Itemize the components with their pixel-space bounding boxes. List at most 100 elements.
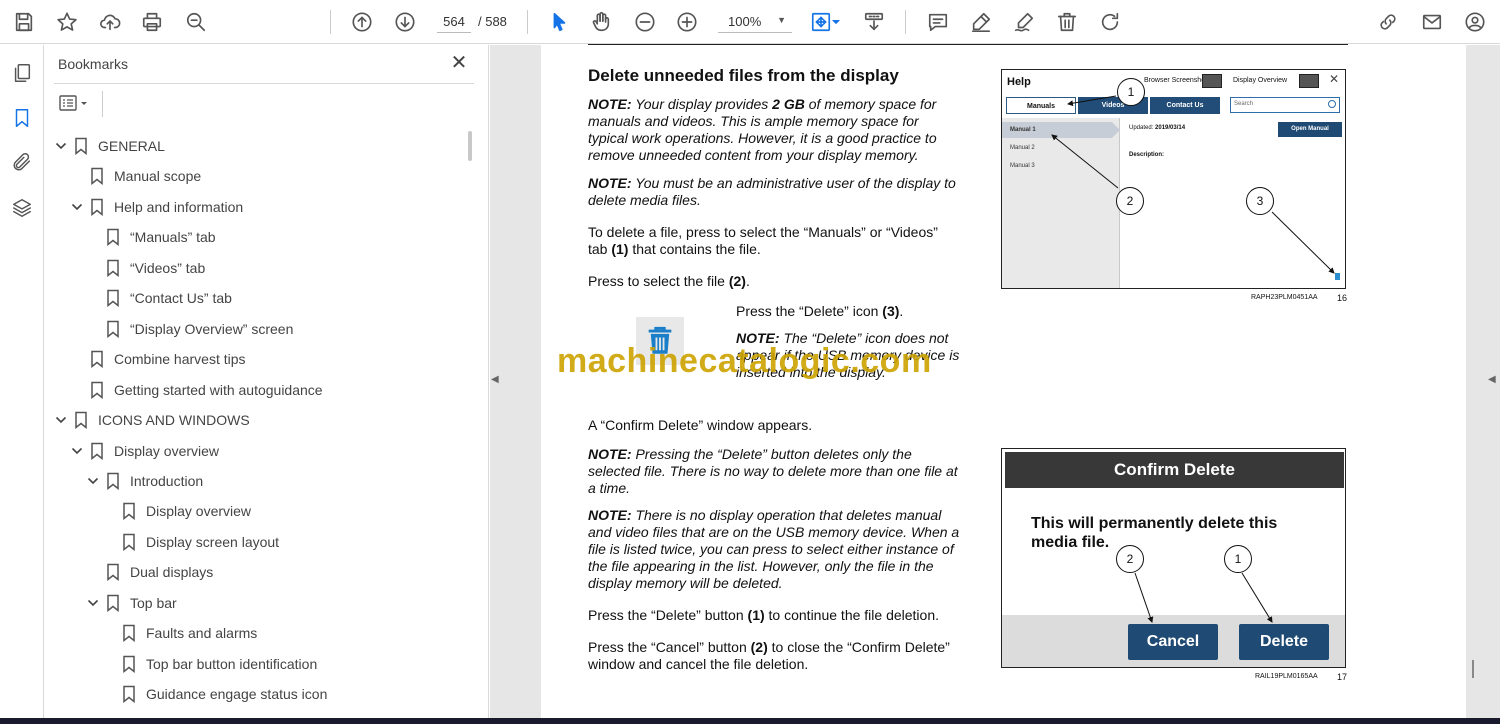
chevron-down-icon[interactable] <box>70 200 84 214</box>
bookmark-item[interactable]: Combine harvest tips <box>70 344 246 374</box>
save-icon[interactable] <box>9 7 39 37</box>
bookmark-item[interactable]: Top bar <box>86 588 177 618</box>
zoom-out-icon[interactable] <box>630 7 660 37</box>
step-text: Press the “Cancel” button <box>588 639 751 655</box>
bookmark-item[interactable]: ICONS AND WINDOWS <box>54 405 250 435</box>
chevron-down-icon[interactable] <box>54 413 68 427</box>
manuals-tab: Manuals <box>1006 97 1076 114</box>
chevron-down-icon[interactable] <box>86 474 100 488</box>
comment-icon[interactable] <box>923 7 953 37</box>
bookmark-item[interactable]: Top bar button identification <box>102 649 317 679</box>
step-confirm-window: A “Confirm Delete” window appears. <box>588 417 813 433</box>
step-text: . <box>745 273 750 289</box>
figure-caption-code: RAIL19PLM0165AA <box>1255 673 1318 680</box>
step-text: Press the “Delete” icon <box>736 303 883 319</box>
cloud-upload-icon[interactable] <box>95 7 125 37</box>
step-bold-text: (2) <box>728 273 746 289</box>
step-bold-text: (1) <box>747 607 765 623</box>
manual-item: Manual 3 <box>1010 163 1035 169</box>
zoom-in-icon[interactable] <box>672 7 702 37</box>
delete-trash-icon[interactable] <box>1052 7 1082 37</box>
bookmark-item[interactable]: GENERAL <box>54 131 165 161</box>
bookmark-label: “Manuals” tab <box>130 229 216 245</box>
bookmark-item[interactable]: Faults and alarms <box>102 618 257 648</box>
collapse-panel-arrow-icon[interactable]: ◀ <box>491 374 499 385</box>
bookmark-label: Display overview <box>114 443 220 459</box>
chevron-down-icon[interactable] <box>70 444 84 458</box>
bookmark-icon <box>106 228 120 247</box>
bookmark-icon <box>90 167 104 186</box>
bookmark-label: GENERAL <box>98 138 165 154</box>
chevron-down-icon[interactable] <box>54 139 68 153</box>
previous-page-icon[interactable] <box>347 7 377 37</box>
chevron-down-icon[interactable] <box>86 596 100 610</box>
email-icon[interactable] <box>1417 7 1447 37</box>
highlight-pen-icon[interactable] <box>966 7 996 37</box>
bookmark-item[interactable]: “Contact Us” tab <box>86 283 232 313</box>
print-icon[interactable] <box>137 7 167 37</box>
note-label: NOTE: <box>588 175 632 191</box>
bookmark-item[interactable]: Guidance engage status icon <box>102 679 327 709</box>
search-placeholder: Search <box>1234 101 1254 107</box>
zoom-level-dropdown[interactable]: 100% ▼ <box>718 11 792 33</box>
bookmark-item[interactable]: “Videos” tab <box>86 253 205 283</box>
bookmark-icon <box>106 320 120 339</box>
bookmark-icon <box>90 198 104 217</box>
bookmark-item[interactable]: “Manuals” tab <box>86 222 216 252</box>
attachment-paperclip-icon[interactable] <box>7 147 37 177</box>
callout-1: 1 <box>1117 78 1145 106</box>
next-page-icon[interactable] <box>390 7 420 37</box>
select-arrow-icon[interactable] <box>544 7 574 37</box>
bookmark-item[interactable]: Manual scope <box>70 161 201 191</box>
bookmark-icon[interactable] <box>7 103 37 133</box>
options-separator <box>102 91 103 117</box>
bookmarks-panel-title: Bookmarks <box>58 56 129 72</box>
account-help-icon[interactable] <box>1460 7 1490 37</box>
layers-icon[interactable] <box>7 193 37 223</box>
bookmark-icon <box>106 563 120 582</box>
bookmark-item[interactable]: Getting started with autoguidance <box>70 375 323 405</box>
bookmark-item[interactable]: Display overview <box>70 436 219 466</box>
bookmark-item[interactable]: Dual displays <box>86 557 213 587</box>
page-thumbnails-icon[interactable] <box>7 58 37 88</box>
step-select-tab: To delete a file, press to select the “M… <box>588 224 961 258</box>
bookmark-item[interactable]: Display screen layout <box>102 527 279 557</box>
panel-scrollbar[interactable] <box>468 131 472 161</box>
bookmark-label: Display screen layout <box>146 534 280 550</box>
step-select-file: Press to select the file (2). <box>588 273 961 290</box>
bookmark-item[interactable]: Display overview <box>102 496 251 526</box>
rotate-icon[interactable] <box>1095 7 1125 37</box>
bookmark-label: Combine harvest tips <box>114 351 246 367</box>
sign-icon[interactable] <box>1009 7 1039 37</box>
hand-tool-icon[interactable] <box>586 7 616 37</box>
page-total: / 588 <box>478 14 507 29</box>
share-link-icon[interactable] <box>1373 7 1403 37</box>
confirm-delete-header: Confirm Delete <box>1005 452 1344 488</box>
bookmark-label: Dual displays <box>130 564 214 580</box>
vertical-scrollbar[interactable] <box>1472 660 1474 678</box>
bookmark-label: ICONS AND WINDOWS <box>98 412 250 428</box>
scroll-mode-icon[interactable] <box>859 7 889 37</box>
bookmark-icon <box>122 685 136 704</box>
page-number-input[interactable] <box>437 11 471 33</box>
expand-right-panel-arrow-icon[interactable]: ◀ <box>1488 374 1496 385</box>
bookmark-icon <box>122 655 136 674</box>
bookmark-options-button[interactable] <box>58 93 92 115</box>
bookmark-item[interactable]: Help and information <box>70 192 243 222</box>
step-press-delete-button: Press the “Delete” button (1) to continu… <box>588 607 961 624</box>
chevron-down-icon[interactable] <box>829 7 843 37</box>
step-bold-text: (2) <box>750 639 768 655</box>
star-icon[interactable] <box>52 7 82 37</box>
step-text: that contains the file. <box>628 241 761 257</box>
zoom-search-icon[interactable] <box>181 7 211 37</box>
bookmark-item[interactable]: “Display Overview” screen <box>86 314 293 344</box>
delete-trash-icon <box>1335 273 1340 280</box>
close-panel-button[interactable]: ✕ <box>448 52 470 74</box>
bookmark-item[interactable]: Introduction <box>86 466 203 496</box>
